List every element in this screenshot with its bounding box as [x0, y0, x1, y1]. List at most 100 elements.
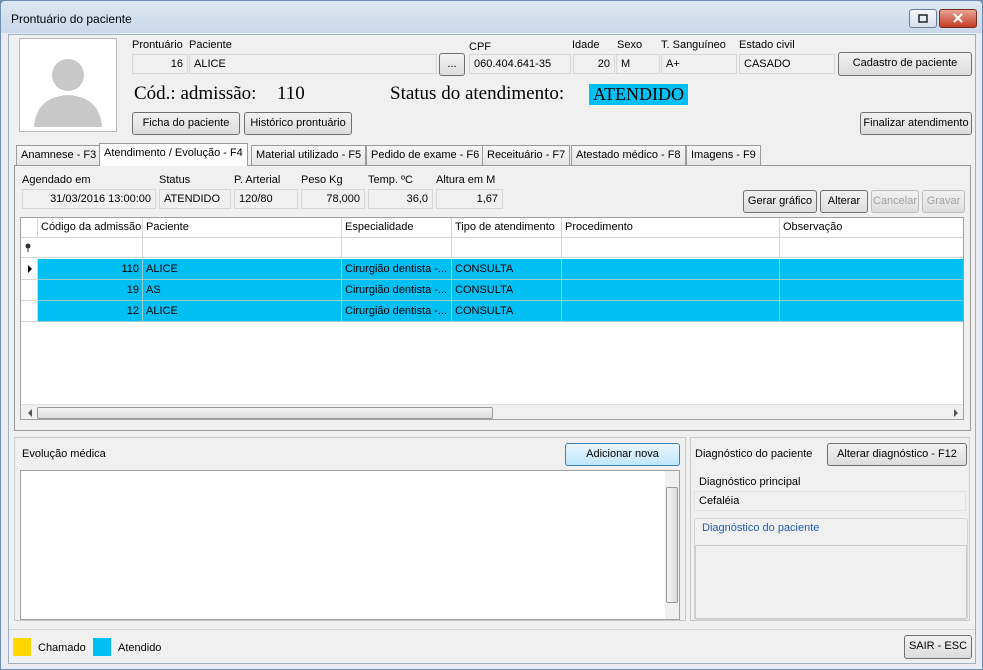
filter-row[interactable] — [21, 238, 963, 258]
evolucao-textarea[interactable] — [20, 470, 680, 620]
status-field[interactable]: ATENDIDO — [159, 189, 231, 209]
diagnostico-paciente-group: Diagnóstico do paciente — [694, 518, 968, 620]
cpf-field[interactable]: 060.404.641-35 — [469, 54, 571, 74]
row-indicator — [21, 259, 38, 280]
diagnostico-principal-field[interactable]: Cefaléia — [694, 491, 966, 511]
adicionar-nova-button[interactable]: Adicionar nova — [565, 443, 680, 466]
table-row[interactable]: 110 ALICE Cirurgião dentista -... CONSUL… — [21, 259, 963, 280]
pa-field[interactable]: 120/80 — [234, 189, 298, 209]
peso-field[interactable]: 78,000 — [301, 189, 365, 209]
gravar-button[interactable]: Gravar — [922, 190, 965, 213]
evolucao-title: Evolução médica — [22, 448, 106, 460]
temp-label: Temp. ºC — [368, 174, 413, 186]
col-header-especialidade[interactable]: Especialidade — [342, 218, 452, 238]
client-area: Prontuário Paciente CPF Idade Sexo T. Sa… — [8, 34, 976, 664]
cod-admissao-label: Cód.: admissão: — [134, 83, 257, 104]
scroll-right-icon — [954, 409, 958, 417]
tab-atendimento[interactable]: Atendimento / Evolução - F4 — [99, 143, 248, 166]
footer-bar: Chamado Atendido SAIR - ESC — [9, 629, 975, 663]
scroll-left-icon — [28, 409, 32, 417]
status-atendimento-label: Status do atendimento: — [390, 83, 565, 104]
cod-admissao-value: 110 — [277, 83, 305, 104]
scroll-thumb[interactable] — [37, 407, 493, 419]
temp-field[interactable]: 36,0 — [368, 189, 433, 209]
tab-material[interactable]: Material utilizado - F5 — [251, 145, 367, 165]
atendido-color-swatch — [93, 638, 111, 656]
evolucao-scroll-thumb[interactable] — [666, 487, 678, 603]
paciente-field[interactable]: ALICE — [189, 54, 437, 74]
diagnostico-panel: Diagnóstico do paciente Alterar diagnóst… — [690, 437, 970, 621]
cell-tipo: CONSULTA — [452, 280, 562, 301]
status-atendimento-badge: ATENDIDO — [589, 84, 688, 105]
cell-especialidade: Cirurgião dentista -... — [342, 301, 452, 322]
prontuario-field[interactable]: 16 — [132, 54, 188, 74]
patient-photo — [19, 38, 117, 132]
agendado-field[interactable]: 31/03/2016 13:00:00 — [22, 189, 156, 209]
filter-cell — [38, 238, 143, 258]
cell-tipo: CONSULTA — [452, 301, 562, 322]
sangue-field[interactable]: A+ — [661, 54, 737, 74]
cell-codigo: 110 — [38, 259, 143, 280]
historico-prontuario-button[interactable]: Histórico prontuário — [244, 112, 352, 135]
close-button[interactable] — [939, 9, 977, 28]
col-header-observacao[interactable]: Observação — [780, 218, 963, 238]
peso-label: Peso Kg — [301, 174, 343, 186]
estado-civil-field[interactable]: CASADO — [739, 54, 835, 74]
evolucao-panel: Evolução médica Adicionar nova — [14, 437, 686, 621]
agendado-label: Agendado em — [22, 174, 91, 186]
pin-icon — [25, 243, 31, 252]
filter-cell — [562, 238, 780, 258]
main-window: Prontuário do paciente Prontuário Pacien… — [0, 0, 983, 670]
cancelar-button[interactable]: Cancelar — [871, 190, 919, 213]
col-header-codigo[interactable]: Código da admissão — [38, 218, 143, 238]
tab-atestado[interactable]: Atestado médico - F8 — [571, 145, 686, 165]
cell-observacao — [780, 280, 963, 301]
tab-anamnese[interactable]: Anamnese - F3 — [16, 145, 102, 165]
cell-paciente: AS — [143, 280, 342, 301]
col-header-procedimento[interactable]: Procedimento — [562, 218, 780, 238]
browse-patient-button[interactable]: ... — [439, 53, 465, 76]
restore-button[interactable] — [909, 9, 937, 28]
cell-procedimento — [562, 301, 780, 322]
tab-imagens[interactable]: Imagens - F9 — [686, 145, 761, 165]
col-header-paciente[interactable]: Paciente — [143, 218, 342, 238]
pa-label: P. Arterial — [234, 174, 281, 186]
estado-civil-label: Estado civil — [739, 39, 795, 51]
cell-especialidade: Cirurgião dentista -... — [342, 280, 452, 301]
sexo-label: Sexo — [617, 39, 643, 51]
cpf-label: CPF — [469, 41, 491, 53]
filter-cell — [143, 238, 342, 258]
evolucao-scrollbar[interactable] — [665, 471, 679, 619]
window-title: Prontuário do paciente — [11, 12, 132, 26]
diagnostico-paciente-memo[interactable] — [695, 545, 967, 619]
idade-field[interactable]: 20 — [573, 54, 615, 74]
ficha-paciente-button[interactable]: Ficha do paciente — [132, 112, 240, 135]
alterar-button[interactable]: Alterar — [820, 190, 868, 213]
table-row[interactable]: 12 ALICE Cirurgião dentista -... CONSULT… — [21, 301, 963, 322]
title-bar: Prontuário do paciente — [1, 1, 982, 33]
grid-horizontal-scrollbar[interactable] — [21, 404, 963, 419]
tab-receituario[interactable]: Receituário - F7 — [482, 145, 571, 165]
sair-button[interactable]: SAIR - ESC — [904, 635, 972, 659]
close-icon — [953, 13, 963, 23]
status-label: Status — [159, 174, 191, 186]
table-row[interactable]: 19 AS Cirurgião dentista -... CONSULTA — [21, 280, 963, 301]
altura-field[interactable]: 1,67 — [436, 189, 503, 209]
gerar-grafico-button[interactable]: Gerar gráfico — [743, 190, 817, 213]
alterar-diagnostico-button[interactable]: Alterar diagnóstico - F12 — [827, 443, 967, 466]
paciente-label: Paciente — [189, 39, 232, 51]
avatar-icon — [34, 59, 102, 127]
cell-codigo: 19 — [38, 280, 143, 301]
col-header-tipo[interactable]: Tipo de atendimento — [452, 218, 562, 238]
finalizar-atendimento-button[interactable]: Finalizar atendimento — [860, 112, 972, 135]
tab-pedido-exame[interactable]: Pedido de exame - F6 — [366, 145, 485, 165]
altura-label: Altura em M — [436, 174, 496, 186]
cell-observacao — [780, 301, 963, 322]
idade-label: Idade — [572, 39, 600, 51]
filter-cell — [342, 238, 452, 258]
cell-tipo: CONSULTA — [452, 259, 562, 280]
cadastro-paciente-button[interactable]: Cadastro de paciente — [838, 52, 972, 76]
cell-codigo: 12 — [38, 301, 143, 322]
sexo-field[interactable]: M — [616, 54, 660, 74]
cell-procedimento — [562, 280, 780, 301]
